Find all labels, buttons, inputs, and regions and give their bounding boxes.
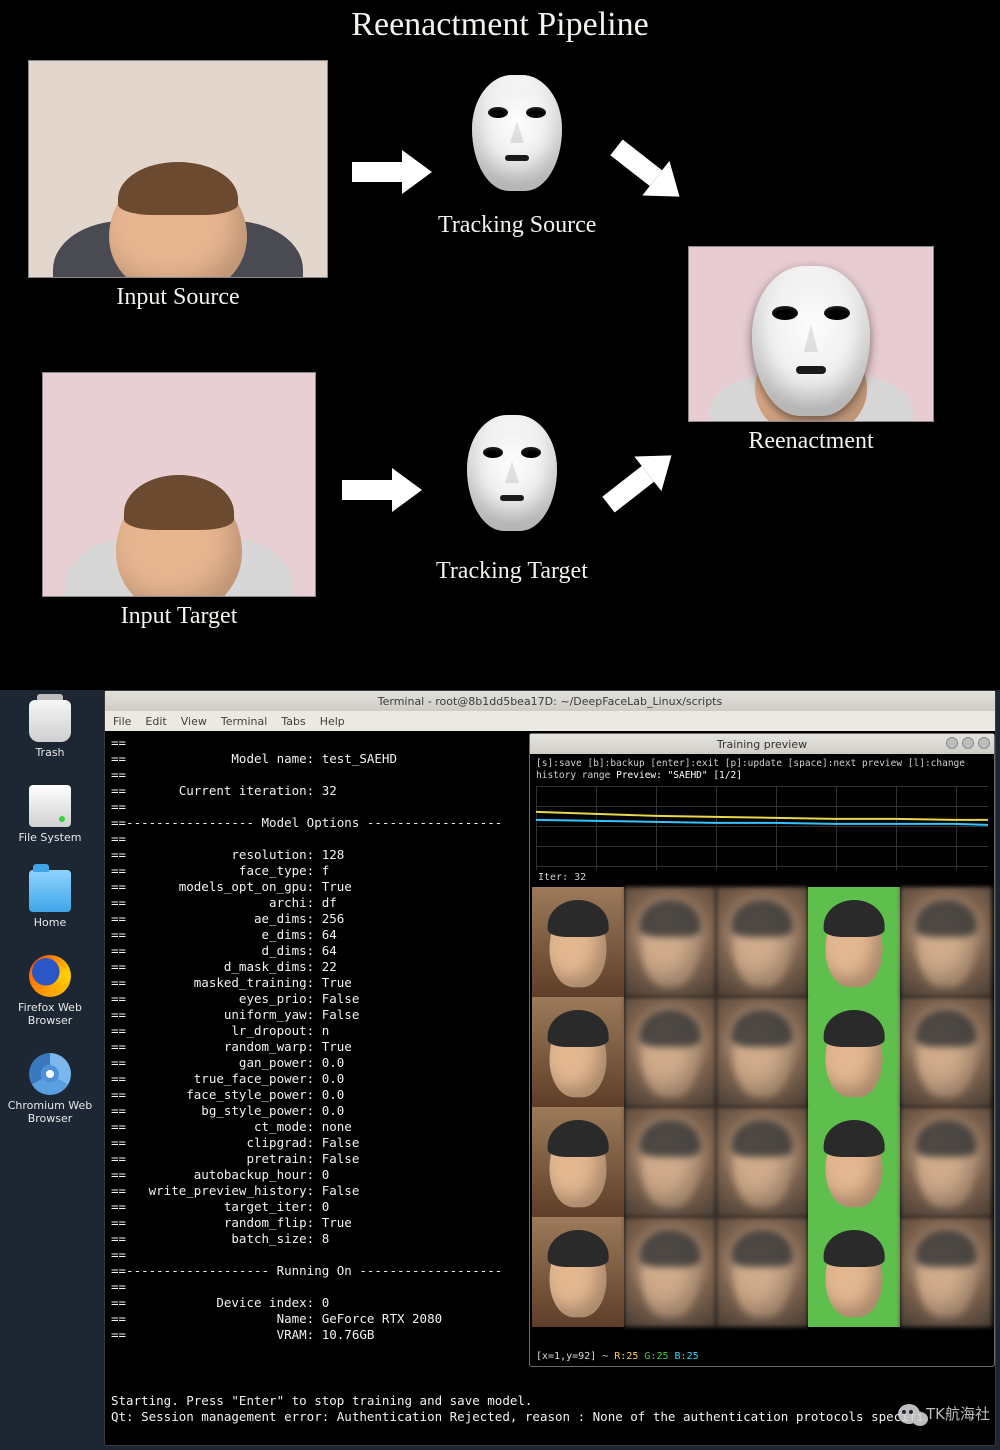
arrow-diagonal-up-icon <box>595 438 685 522</box>
firefox-icon <box>29 955 71 997</box>
input-source-tile: Input Source <box>28 60 328 311</box>
preview-key-hints: [s]:save [b]:backup [enter]:exit [p]:upd… <box>530 754 994 784</box>
preview-face-cell <box>716 1107 808 1217</box>
menu-view[interactable]: View <box>181 715 207 728</box>
tracking-target-caption: Tracking Target <box>436 558 588 585</box>
wechat-watermark: TK航海社 <box>898 1403 990 1424</box>
pipeline-title: Reenactment Pipeline <box>0 6 1000 44</box>
desktop-icon-chromium[interactable]: Chromium Web Browser <box>5 1053 95 1125</box>
preview-face-cell <box>532 1107 624 1217</box>
preview-status-bar: [x=1,y=92] ~ R:25 G:25 B:25 <box>536 1351 699 1362</box>
tracking-target-mask <box>446 394 578 552</box>
desktop-icon-label: Trash <box>35 746 64 759</box>
wechat-icon <box>898 1404 920 1424</box>
desktop-icon-firefox[interactable]: Firefox Web Browser <box>5 955 95 1027</box>
preview-face-cell <box>624 1107 716 1217</box>
arrow-diagonal-down-icon <box>603 130 693 214</box>
reenactment-pipeline-diagram: Reenactment Pipeline Input Source Input … <box>0 0 1000 690</box>
close-icon[interactable] <box>978 737 990 749</box>
arrow-right-icon <box>342 468 422 512</box>
preview-face-grid <box>532 887 992 1327</box>
preview-face-cell <box>716 887 808 997</box>
reenactment-image <box>688 246 934 422</box>
terminal-footer-line: Qt: Session management error: Authentica… <box>111 1409 924 1424</box>
mask-icon <box>472 75 562 191</box>
terminal-window[interactable]: Terminal - root@8b1dd5bea17D: ~/DeepFace… <box>104 690 996 1446</box>
loss-plot <box>536 786 988 870</box>
arrow-right-icon <box>352 150 432 194</box>
desktop-icon-label: Chromium Web Browser <box>5 1099 95 1125</box>
preview-face-cell <box>808 997 900 1107</box>
menu-edit[interactable]: Edit <box>145 715 166 728</box>
maximize-icon[interactable] <box>962 737 974 749</box>
desktop-icon-label: Firefox Web Browser <box>5 1001 95 1027</box>
window-buttons[interactable] <box>946 737 990 749</box>
preview-face-cell <box>532 887 624 997</box>
mask-icon <box>467 415 557 531</box>
folder-icon <box>29 870 71 912</box>
trash-icon <box>29 700 71 742</box>
terminal-titlebar[interactable]: Terminal - root@8b1dd5bea17D: ~/DeepFace… <box>105 691 995 711</box>
preview-face-cell <box>900 1217 992 1327</box>
training-preview-window[interactable]: Training preview [s]:save [b]:backup [en… <box>529 733 995 1367</box>
desktop-icons-column: Trash File System Home Firefox Web Brows… <box>0 700 100 1125</box>
menu-tabs[interactable]: Tabs <box>281 715 305 728</box>
input-target-tile: Input Target <box>42 372 316 630</box>
tracking-source-caption: Tracking Source <box>438 212 596 239</box>
preview-face-cell <box>900 887 992 997</box>
input-source-caption: Input Source <box>116 284 239 311</box>
preview-face-cell <box>716 997 808 1107</box>
terminal-footer-line: Starting. Press "Enter" to stop training… <box>111 1393 532 1408</box>
menu-terminal[interactable]: Terminal <box>221 715 268 728</box>
chromium-icon <box>29 1053 71 1095</box>
menu-help[interactable]: Help <box>320 715 345 728</box>
preview-face-cell <box>532 1217 624 1327</box>
minimize-icon[interactable] <box>946 737 958 749</box>
preview-face-cell <box>624 997 716 1107</box>
linux-desktop-screenshot: Trash File System Home Firefox Web Brows… <box>0 690 1000 1450</box>
terminal-footer: Starting. Press "Enter" to stop training… <box>111 1377 989 1441</box>
preview-face-cell <box>532 997 624 1107</box>
preview-face-cell <box>808 887 900 997</box>
desktop-icon-trash[interactable]: Trash <box>5 700 95 759</box>
input-target-image <box>42 372 316 597</box>
preview-iter-label: Iter: 32 <box>530 870 994 885</box>
input-target-caption: Input Target <box>121 603 238 630</box>
wechat-text: TK航海社 <box>926 1403 990 1424</box>
mask-icon <box>752 266 870 416</box>
preview-face-cell <box>808 1107 900 1217</box>
preview-face-cell <box>900 1107 992 1217</box>
preview-face-cell <box>808 1217 900 1327</box>
preview-face-cell <box>716 1217 808 1327</box>
preview-title-text: Training preview <box>717 738 807 751</box>
preview-face-cell <box>624 1217 716 1327</box>
preview-face-cell <box>624 887 716 997</box>
tracking-target-tile: Tracking Target <box>436 394 588 585</box>
terminal-menubar[interactable]: File Edit View Terminal Tabs Help <box>105 711 995 731</box>
desktop-icon-filesystem[interactable]: File System <box>5 785 95 844</box>
preview-face-cell <box>900 997 992 1107</box>
preview-titlebar[interactable]: Training preview <box>530 734 994 754</box>
menu-file[interactable]: File <box>113 715 131 728</box>
drive-icon <box>29 785 71 827</box>
terminal-title-text: Terminal - root@8b1dd5bea17D: ~/DeepFace… <box>378 695 722 708</box>
tracking-source-mask <box>454 60 580 206</box>
input-source-image <box>28 60 328 278</box>
desktop-icon-home[interactable]: Home <box>5 870 95 929</box>
reenactment-tile: Reenactment <box>688 246 934 455</box>
reenactment-caption: Reenactment <box>748 428 873 455</box>
desktop-icon-label: File System <box>19 831 82 844</box>
desktop-icon-label: Home <box>34 916 66 929</box>
tracking-source-tile: Tracking Source <box>438 60 596 239</box>
